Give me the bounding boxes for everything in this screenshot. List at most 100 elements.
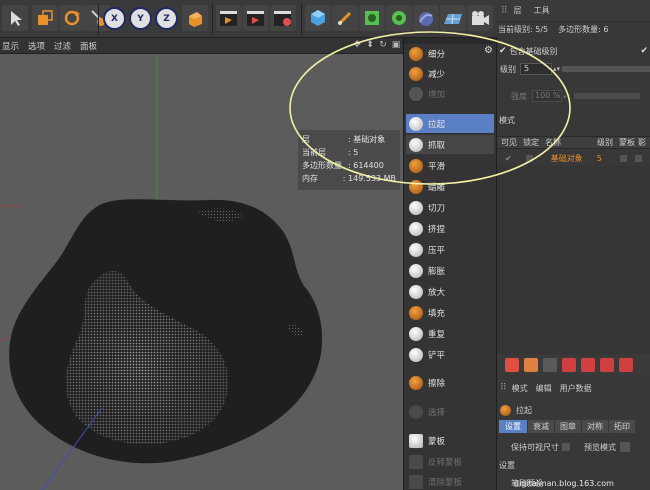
keep-visible-label: 保持可视尺寸: [511, 442, 559, 452]
attributes-title-text: 拉起: [516, 405, 532, 415]
attr-tab-stamp[interactable]: 图章: [555, 420, 581, 433]
attributes-menu: ⠿ 模式 编辑 用户数据: [497, 381, 650, 395]
copy-layer-icon[interactable]: [600, 358, 614, 372]
menu-filter[interactable]: 过滤: [54, 40, 71, 52]
tool-label: 反转蒙板: [428, 457, 463, 468]
select-tool-icon[interactable]: [2, 5, 28, 31]
render-view-icon[interactable]: [216, 5, 242, 31]
pen-spline-icon[interactable]: [332, 5, 358, 31]
strength-field[interactable]: 100 %: [532, 90, 562, 102]
3d-viewport[interactable]: 层: 基础对象 当前层: 5 多边形数量: 614400 内存: 149.533…: [0, 54, 403, 490]
y-axis-icon[interactable]: Y: [129, 7, 152, 30]
x-axis-stub: [0, 336, 9, 342]
tool-select[interactable]: 选择: [406, 402, 494, 421]
grip-icon: ⠿: [501, 5, 508, 16]
tool-knife[interactable]: 切刀: [406, 198, 494, 217]
menu-options[interactable]: 选项: [28, 40, 45, 52]
tool-wax[interactable]: 蜡雕: [406, 177, 494, 196]
add-folder-icon[interactable]: [524, 358, 538, 372]
attr-tab-falloff[interactable]: 衰减: [528, 420, 554, 433]
tool-mask[interactable]: 蒙板: [406, 431, 494, 450]
tool-label: 擦除: [428, 378, 446, 389]
attr-menu-edit[interactable]: 编辑: [536, 383, 552, 394]
preview-mode-dropdown[interactable]: [620, 442, 630, 452]
strength-slider[interactable]: [574, 93, 641, 99]
fill-brush-icon: [409, 305, 423, 320]
keep-visible-checkbox[interactable]: [562, 443, 570, 451]
tool-fill[interactable]: 填充: [406, 303, 494, 322]
bake-layer-icon[interactable]: [581, 358, 595, 372]
level-field[interactable]: 5: [520, 63, 552, 75]
tool-label: 增加: [428, 89, 446, 100]
inflate-brush-icon: [409, 263, 423, 278]
tool-erase[interactable]: 擦除: [406, 373, 494, 392]
level-slider[interactable]: [562, 66, 650, 72]
attributes-tabs: 设置 衰减 图章 对称 拓印: [497, 419, 650, 434]
scene-environment-icon[interactable]: [413, 5, 439, 31]
pull-brush-icon: [409, 116, 423, 131]
attr-menu-mode[interactable]: 模式: [512, 383, 528, 394]
col-level: 级别: [597, 138, 613, 147]
shadow-toggle[interactable]: [634, 154, 642, 162]
attr-tab-stencil[interactable]: 拓印: [609, 420, 635, 433]
coordinate-system-icon[interactable]: [182, 5, 208, 31]
tool-invert-mask[interactable]: 反转蒙板: [406, 452, 494, 471]
cube-object-icon[interactable]: [305, 5, 331, 31]
tool-label: 重复: [428, 329, 446, 340]
tool-subdivide[interactable]: 细分: [406, 44, 494, 63]
tool-increase[interactable]: 增加: [406, 84, 494, 103]
rotate-tool-icon[interactable]: [59, 5, 85, 31]
tool-repeat[interactable]: 重复: [406, 324, 494, 343]
scale-tool-icon[interactable]: [32, 5, 58, 31]
tool-label: 蜡雕: [428, 182, 446, 193]
attr-menu-userdata[interactable]: 用户数据: [560, 383, 592, 394]
tool-amplify[interactable]: 放大: [406, 282, 494, 301]
col-lock: 锁定: [523, 138, 539, 147]
tool-grab[interactable]: 抓取: [406, 135, 494, 154]
mask-toggle[interactable]: [619, 154, 627, 162]
polygon-count-text: 多边形数量: 6: [558, 24, 609, 34]
tool-flatten[interactable]: 压平: [406, 240, 494, 259]
tab-layer[interactable]: 层: [514, 5, 522, 16]
camera-icon[interactable]: [467, 5, 493, 31]
nurbs-generator-icon[interactable]: [359, 5, 385, 31]
render-settings-icon[interactable]: [270, 5, 296, 31]
tool-clear-mask[interactable]: 清除蒙板: [406, 472, 494, 490]
level-stepper-icon[interactable]: ▴▾: [553, 65, 560, 73]
watermark-text: digitalman.blog.163.com: [514, 479, 614, 488]
render-picture-viewer-icon[interactable]: [243, 5, 269, 31]
tool-label: 细分: [428, 49, 446, 60]
increase-icon: [409, 86, 423, 101]
arrow-down-icon[interactable]: ⬍: [365, 40, 375, 51]
menu-panel[interactable]: 面板: [80, 40, 97, 52]
layer-manager-header: ⠿ 层 工具: [497, 0, 650, 22]
menu-display[interactable]: 显示: [2, 40, 19, 52]
tool-inflate[interactable]: 膨胀: [406, 261, 494, 280]
tool-decrease[interactable]: 减少: [406, 64, 494, 83]
maximize-icon[interactable]: ▣: [391, 40, 401, 51]
lock-toggle[interactable]: [525, 154, 533, 162]
strength-stepper-icon[interactable]: ▴▾: [563, 92, 570, 100]
attr-tab-symmetry[interactable]: 对称: [582, 420, 608, 433]
delete-layer-icon[interactable]: [543, 358, 557, 372]
tool-scrape[interactable]: 铲平: [406, 345, 494, 364]
hud-memory-value: : 149.533 MB: [342, 174, 396, 183]
merge-layer-icon[interactable]: [562, 358, 576, 372]
tool-pinch[interactable]: 挤捏: [406, 219, 494, 238]
visible-toggle-icon[interactable]: ✔: [505, 154, 512, 163]
tab-tools[interactable]: 工具: [534, 5, 550, 16]
deformer-icon[interactable]: [386, 5, 412, 31]
paste-layer-icon[interactable]: [619, 358, 633, 372]
tool-smooth[interactable]: 平滑: [406, 156, 494, 175]
layer-row[interactable]: ✔ 基础对象 5: [497, 151, 650, 165]
include-base-checkbox[interactable]: ✔: [499, 46, 507, 56]
move-icon[interactable]: ✥: [352, 40, 362, 51]
x-axis-icon[interactable]: X: [103, 7, 126, 30]
tool-pull[interactable]: 拉起: [406, 114, 494, 133]
floor-grid-icon[interactable]: [440, 5, 466, 31]
z-axis-icon[interactable]: Z: [155, 7, 178, 30]
attr-tab-settings[interactable]: 设置: [499, 420, 527, 433]
secondary-checkbox[interactable]: ✔: [640, 46, 648, 56]
rotate-icon[interactable]: ↻: [378, 40, 388, 51]
add-layer-icon[interactable]: [505, 358, 519, 372]
